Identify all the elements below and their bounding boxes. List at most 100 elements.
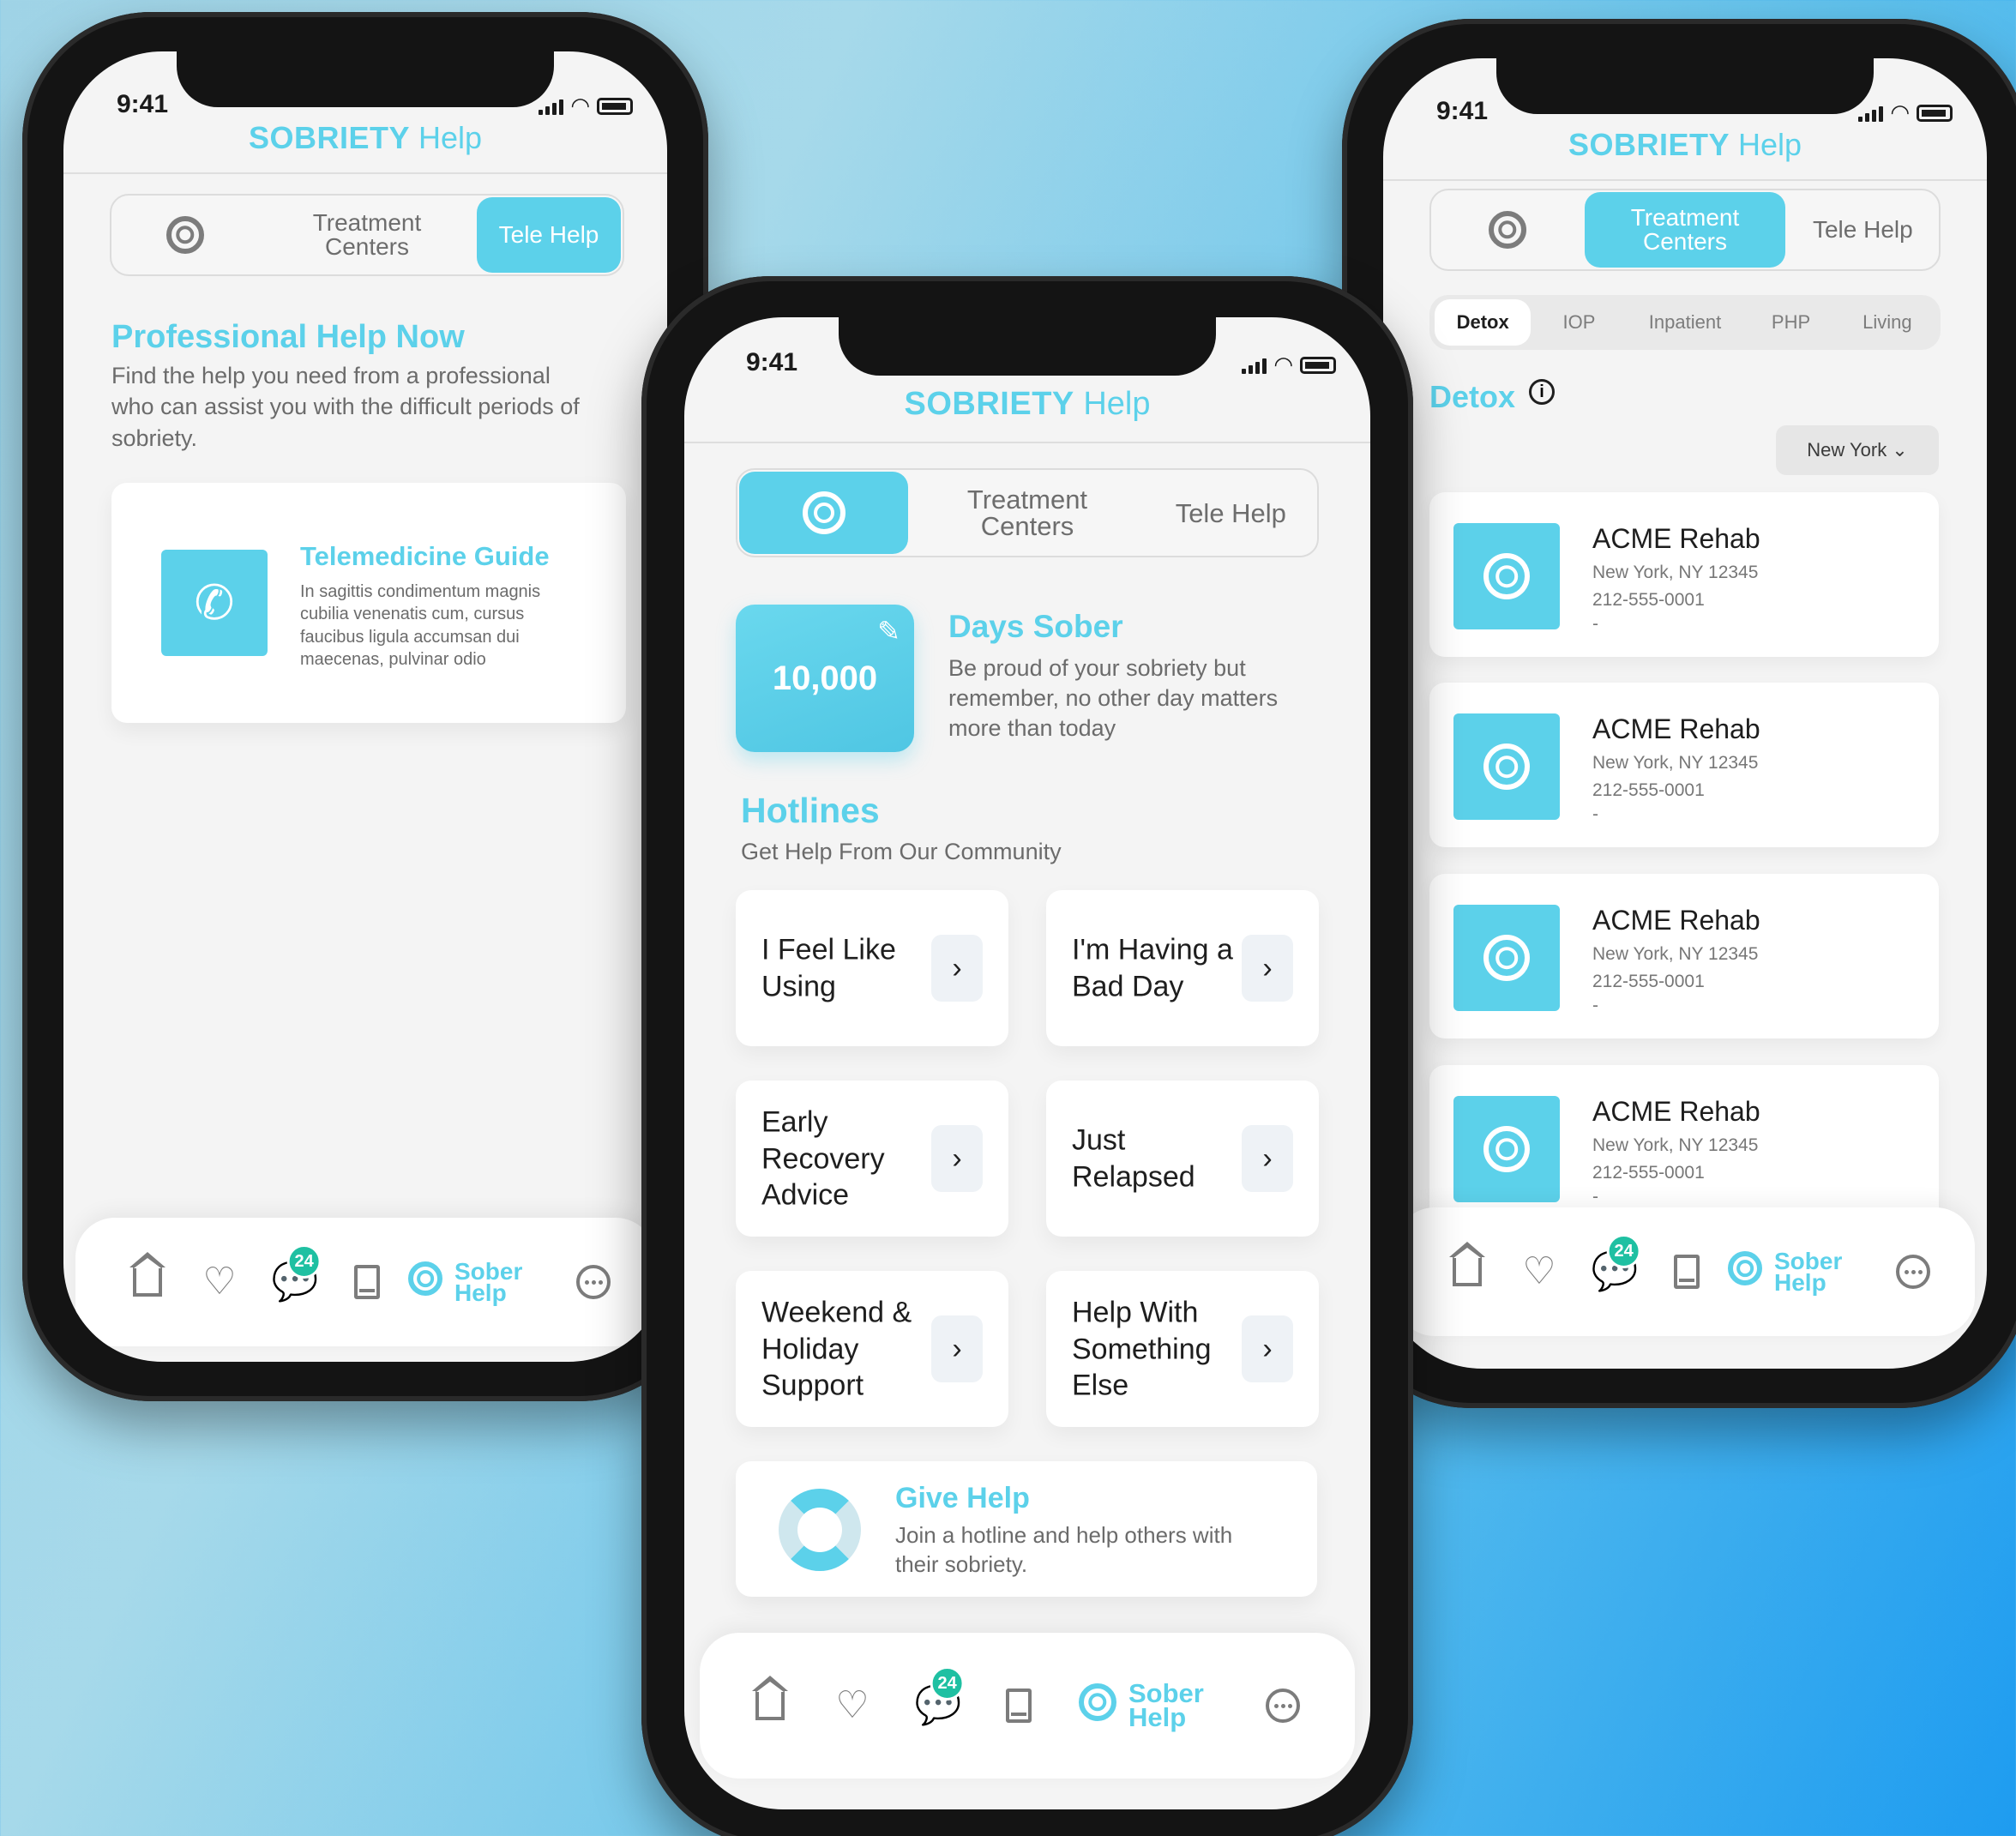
signal-icon bbox=[539, 98, 564, 115]
sober-help-tab[interactable] bbox=[1728, 1251, 1762, 1292]
lifebuoy-icon bbox=[1488, 211, 1526, 249]
days-description: Be proud of your sobriety but remember, … bbox=[948, 655, 1279, 742]
filter-living[interactable]: Living bbox=[1839, 311, 1935, 334]
tab-sober-help[interactable] bbox=[739, 472, 909, 554]
hotline-label: Early Recovery Advice bbox=[761, 1105, 885, 1212]
chevron-right-icon: › bbox=[1242, 1315, 1293, 1382]
tab-sober-help[interactable] bbox=[1433, 192, 1581, 268]
tab-tele-help[interactable]: Tele Help bbox=[1789, 192, 1937, 268]
sober-help-label[interactable]: Sober Help bbox=[454, 1259, 522, 1304]
filter-php[interactable]: PHP bbox=[1742, 311, 1838, 334]
left-screen: 9:41 ◠ SOBRIETY Help Treatment Centers T… bbox=[63, 51, 667, 1362]
rehab-thumbnail bbox=[1453, 713, 1560, 820]
wifi-icon: ◠ bbox=[1273, 352, 1293, 377]
community-tab[interactable]: 💬 24 bbox=[272, 1244, 322, 1301]
rehab-thumbnail bbox=[1453, 1096, 1560, 1202]
telemedicine-guide-card[interactable]: ✆ Telemedicine Guide In sagittis condime… bbox=[111, 483, 626, 723]
heart-icon: ♡ bbox=[1522, 1250, 1556, 1292]
wifi-icon: ◠ bbox=[570, 93, 590, 118]
library-tab[interactable] bbox=[1006, 1689, 1032, 1723]
more-icon bbox=[1266, 1689, 1300, 1723]
rehab-phone: 212-555-0001 bbox=[1592, 972, 1705, 991]
favorites-tab[interactable]: ♡ bbox=[202, 1263, 236, 1301]
more-icon bbox=[1896, 1255, 1930, 1289]
battery-icon bbox=[1917, 104, 1953, 122]
rehab-phone: 212-555-0001 bbox=[1592, 590, 1705, 610]
info-icon[interactable]: i bbox=[1529, 379, 1555, 405]
sober-help-tab[interactable] bbox=[408, 1261, 442, 1303]
chevron-right-icon: › bbox=[931, 1125, 983, 1192]
tab-tele-help[interactable]: Tele Help bbox=[1146, 472, 1315, 554]
library-tab[interactable] bbox=[354, 1265, 380, 1299]
section-description: Find the help you need from a profession… bbox=[111, 363, 580, 451]
location-dropdown[interactable]: New York ⌄ bbox=[1776, 425, 1939, 475]
location-value: New York bbox=[1807, 439, 1887, 461]
tab-sober-help[interactable] bbox=[113, 197, 257, 273]
home-tab[interactable] bbox=[752, 1676, 788, 1720]
rehab-address: New York, NY 12345 bbox=[1592, 944, 1759, 964]
community-tab[interactable]: 💬 24 bbox=[915, 1666, 965, 1725]
sober-help-label[interactable]: Sober Help bbox=[1128, 1680, 1204, 1732]
favorites-tab[interactable]: ♡ bbox=[835, 1687, 869, 1725]
rehab-card[interactable]: ACME Rehab New York, NY 12345 212-555-00… bbox=[1429, 874, 1939, 1038]
more-tab[interactable] bbox=[1896, 1255, 1930, 1289]
filter-pills: Detox IOP Inpatient PHP Living bbox=[1429, 295, 1941, 350]
rehab-extra: - bbox=[1592, 614, 1598, 634]
rehab-card[interactable]: ACME Rehab New York, NY 12345 212-555-00… bbox=[1429, 1065, 1939, 1230]
hotline-card[interactable]: I Feel Like Using › bbox=[736, 890, 1008, 1046]
home-icon bbox=[129, 1252, 165, 1297]
more-tab[interactable] bbox=[576, 1265, 611, 1299]
favorites-tab[interactable]: ♡ bbox=[1522, 1253, 1556, 1291]
filter-iop[interactable]: IOP bbox=[1531, 311, 1627, 334]
hotline-card[interactable]: Help With Something Else › bbox=[1046, 1271, 1319, 1427]
segmented-control: Treatment Centers Tele Help bbox=[110, 194, 624, 276]
home-icon bbox=[752, 1676, 788, 1720]
right-screen: 9:41 ◠ SOBRIETY Help Treatment Centers T… bbox=[1383, 58, 1987, 1369]
rehab-name: ACME Rehab bbox=[1592, 1096, 1760, 1127]
library-tab[interactable] bbox=[1674, 1255, 1700, 1289]
rehab-phone: 212-555-0001 bbox=[1592, 780, 1705, 800]
list-title: Detox bbox=[1429, 379, 1516, 414]
more-tab[interactable] bbox=[1266, 1689, 1300, 1723]
label-line-2: Help bbox=[1128, 1702, 1187, 1732]
hotlines-subtitle: Get Help From Our Community bbox=[741, 839, 1062, 864]
right-phone: 9:41 ◠ SOBRIETY Help Treatment Centers T… bbox=[1342, 19, 2016, 1408]
home-tab[interactable] bbox=[1449, 1242, 1485, 1286]
give-help-description: Join a hotline and help others with thei… bbox=[895, 1522, 1233, 1577]
segmented-control: Treatment Centers Tele Help bbox=[1429, 189, 1941, 271]
signal-icon bbox=[1858, 105, 1884, 122]
filter-detox[interactable]: Detox bbox=[1435, 299, 1532, 346]
chevron-right-icon: › bbox=[931, 1315, 983, 1382]
lifebuoy-icon bbox=[166, 216, 204, 254]
hotline-label: Just Relapsed bbox=[1072, 1123, 1195, 1194]
guide-description: In sagittis condimentum magnis cubilia v… bbox=[300, 582, 541, 670]
sober-help-tab[interactable] bbox=[1079, 1683, 1116, 1728]
lifebuoy-icon bbox=[1483, 553, 1530, 599]
hotline-card[interactable]: I'm Having a Bad Day › bbox=[1046, 890, 1319, 1046]
notch bbox=[1496, 58, 1874, 114]
community-tab[interactable]: 💬 24 bbox=[1592, 1234, 1641, 1291]
lifebuoy-icon bbox=[408, 1261, 442, 1296]
signal-icon bbox=[1242, 357, 1267, 374]
tab-treatment-centers[interactable]: Treatment Centers bbox=[261, 197, 473, 273]
edit-icon[interactable]: ✎ bbox=[877, 615, 900, 647]
home-tab[interactable] bbox=[129, 1252, 165, 1297]
phone-icon: ✆ bbox=[161, 550, 268, 656]
rehab-card[interactable]: ACME Rehab New York, NY 12345 212-555-00… bbox=[1429, 683, 1939, 847]
rehab-card[interactable]: ACME Rehab New York, NY 12345 212-555-00… bbox=[1429, 492, 1939, 657]
hotline-card[interactable]: Early Recovery Advice › bbox=[736, 1081, 1008, 1237]
days-counter-card[interactable]: 10,000 ✎ bbox=[736, 605, 914, 752]
tab-treatment-centers[interactable]: Treatment Centers bbox=[1585, 192, 1785, 268]
lifebuoy-icon bbox=[1483, 1126, 1530, 1172]
center-screen: 9:41 ◠ SOBRIETY Help Treatment Centers T… bbox=[684, 317, 1370, 1809]
tab-treatment-centers[interactable]: Treatment Centers bbox=[912, 472, 1142, 554]
hotline-card[interactable]: Just Relapsed › bbox=[1046, 1081, 1319, 1237]
hotline-card[interactable]: Weekend & Holiday Support › bbox=[736, 1271, 1008, 1427]
give-help-card[interactable]: Give Help Join a hotline and help others… bbox=[736, 1461, 1317, 1597]
sober-help-label[interactable]: Sober Help bbox=[1774, 1249, 1842, 1294]
tab-tele-help[interactable]: Tele Help bbox=[477, 197, 621, 273]
rehab-thumbnail bbox=[1453, 523, 1560, 629]
hotlines-title: Hotlines bbox=[741, 791, 880, 830]
filter-inpatient[interactable]: Inpatient bbox=[1628, 311, 1743, 334]
header-divider bbox=[1383, 179, 1987, 181]
